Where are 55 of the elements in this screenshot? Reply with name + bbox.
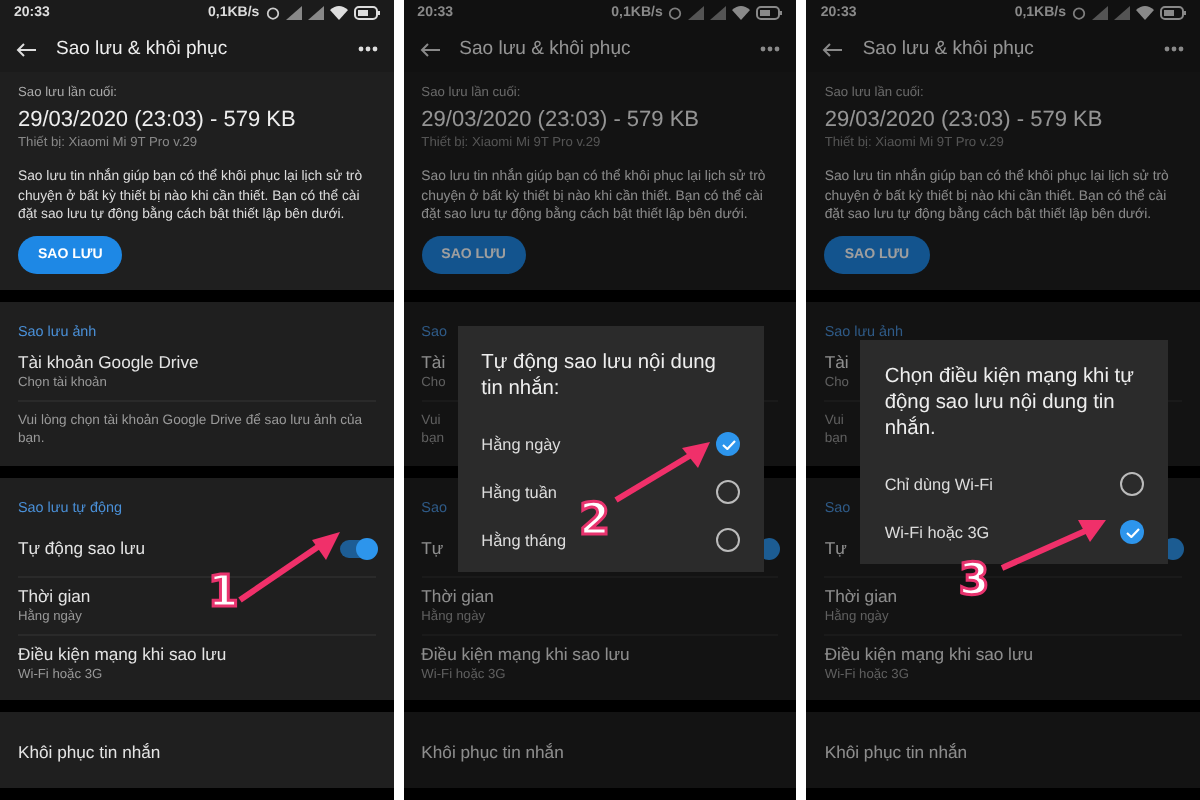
backup-date: 29/03/2020 (23:03) - 579 KB — [824, 108, 1105, 133]
alarm-icon — [265, 5, 280, 20]
setting-title[interactable]: Khôi phục tin nhắn — [824, 742, 968, 762]
radio-button[interactable] — [1120, 472, 1145, 496]
setting-title[interactable]: Tài — [824, 352, 849, 372]
option-label[interactable]: Hằng tuần — [481, 483, 557, 501]
dialog-title: Tự động sao lưu nội dung tin nhắn: — [481, 350, 718, 402]
toggle-switch[interactable] — [339, 539, 376, 557]
dialog-title: Chọn điều kiện mạng khi tự động sao lưu nội dung tin nhắn. — [884, 364, 1136, 442]
battery-icon — [353, 5, 380, 20]
step-number: 1 — [208, 568, 239, 618]
option-label[interactable]: Wi-Fi hoặc 3G — [884, 523, 990, 541]
pointer-arrow — [611, 436, 712, 504]
battery-icon — [756, 5, 783, 20]
more-icon[interactable] — [760, 46, 781, 53]
battery-icon — [1160, 5, 1187, 20]
setting-title[interactable]: Tài khoản Google Drive — [18, 352, 199, 372]
option-label[interactable]: Chỉ dùng Wi-Fi — [884, 475, 993, 493]
option-label[interactable]: Hằng ngày — [481, 435, 561, 453]
wifi-icon — [732, 5, 751, 20]
radio-button[interactable] — [1120, 520, 1145, 544]
setting-title[interactable]: Khôi phục tin nhắn — [421, 742, 564, 762]
check-icon — [1125, 527, 1140, 537]
setting-title: Tự — [824, 538, 847, 558]
setting-title: Tự động sao lưu — [18, 538, 146, 558]
alarm-icon — [668, 5, 683, 20]
back-arrow-icon[interactable] — [419, 41, 440, 58]
step-number: 3 — [958, 556, 990, 606]
radio-button[interactable] — [716, 480, 741, 504]
check-icon — [721, 439, 736, 449]
setting-title[interactable]: Điều kiện mạng khi sao lưu — [824, 644, 1034, 664]
setting-title[interactable]: Thời gian — [18, 586, 91, 606]
step-number: 2 — [579, 496, 610, 546]
radio-button[interactable] — [716, 528, 741, 552]
more-icon[interactable] — [357, 46, 378, 53]
wifi-icon — [329, 5, 348, 20]
screen-title: Sao lưu & khôi phục — [862, 38, 1036, 61]
more-icon[interactable] — [1164, 46, 1185, 53]
alarm-icon — [1072, 5, 1087, 20]
setting-title: Tự — [421, 538, 444, 558]
setting-title[interactable]: Điều kiện mạng khi sao lưu — [421, 644, 630, 664]
back-arrow-icon[interactable] — [822, 41, 843, 58]
setting-title[interactable]: Thời gian — [824, 586, 898, 606]
backup-date: 29/03/2020 (23:03) - 579 KB — [421, 108, 701, 133]
screen-title: Sao lưu & khôi phục — [459, 38, 633, 61]
radio-button[interactable] — [716, 432, 741, 456]
setting-title[interactable]: Điều kiện mạng khi sao lưu — [18, 644, 227, 664]
wifi-icon — [1136, 5, 1155, 20]
back-arrow-icon[interactable] — [16, 41, 36, 58]
screen-title: Sao lưu & khôi phục — [56, 38, 230, 61]
setting-title[interactable]: Tài — [421, 352, 446, 372]
option-label[interactable]: Hằng tháng — [481, 531, 567, 549]
setting-title[interactable]: Thời gian — [421, 586, 494, 606]
setting-title[interactable]: Khôi phục tin nhắn — [18, 742, 161, 762]
backup-date: 29/03/2020 (23:03) - 579 KB — [18, 108, 298, 133]
